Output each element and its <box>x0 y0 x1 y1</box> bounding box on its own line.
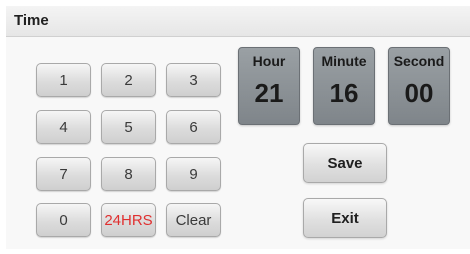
hour-display[interactable]: Hour 21 <box>238 47 300 125</box>
key-5[interactable]: 5 <box>101 110 156 144</box>
second-display[interactable]: Second 00 <box>388 47 450 125</box>
key-6[interactable]: 6 <box>166 110 221 144</box>
second-value: 00 <box>404 78 434 108</box>
24hrs-mode-button[interactable]: 24HRS <box>101 203 156 237</box>
key-0[interactable]: 0 <box>36 203 91 237</box>
minute-value: 16 <box>329 78 359 108</box>
save-button[interactable]: Save <box>303 143 387 183</box>
key-7[interactable]: 7 <box>36 157 91 191</box>
key-3[interactable]: 3 <box>166 63 221 97</box>
hour-value: 21 <box>254 78 284 108</box>
exit-button[interactable]: Exit <box>303 198 387 238</box>
key-2[interactable]: 2 <box>101 63 156 97</box>
minute-display[interactable]: Minute 16 <box>313 47 375 125</box>
hour-label: Hour <box>252 53 286 69</box>
minute-label: Minute <box>321 53 367 69</box>
key-8[interactable]: 8 <box>101 157 156 191</box>
key-4[interactable]: 4 <box>36 110 91 144</box>
key-9[interactable]: 9 <box>166 157 221 191</box>
key-1[interactable]: 1 <box>36 63 91 97</box>
page-title: Time <box>14 12 49 29</box>
clear-button[interactable]: Clear <box>166 203 221 237</box>
second-label: Second <box>393 53 445 69</box>
title-bar: Time <box>6 6 470 37</box>
